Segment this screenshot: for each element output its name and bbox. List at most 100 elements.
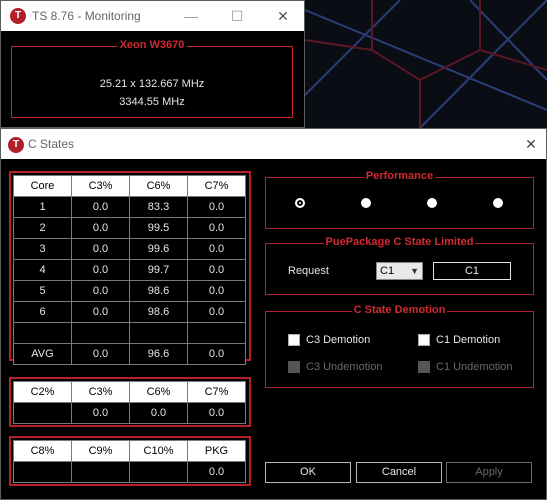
performance-radio-4[interactable] (493, 198, 503, 208)
multiplier-readout: 25.21 x 132.667 MHz (99, 78, 205, 90)
table-row: 4 0.0 99.7 0.0 (13, 259, 246, 281)
table-cell: 0.0 (71, 402, 130, 424)
table-cell: 0.0 (71, 196, 130, 218)
performance-radio-2[interactable] (361, 198, 371, 208)
package-limit-legend-overlap-2: ed (460, 236, 474, 248)
performance-radio-1[interactable] (295, 198, 305, 208)
col-header: C3% (71, 175, 130, 197)
table-row: AVG 0.0 96.6 0.0 (13, 343, 246, 365)
table-cell (129, 322, 188, 344)
c1-undemotion-checkbox[interactable] (418, 361, 430, 373)
table-cell (13, 402, 72, 424)
table-row: 0.0 (13, 461, 246, 483)
monitoring-window: T TS 8.76 - Monitoring — ☐ ✕ Xeon W3670 … (0, 0, 305, 128)
col-header: C9% (71, 440, 130, 462)
table-row: 6 0.0 98.6 0.0 (13, 301, 246, 323)
table-cell: 4 (13, 259, 72, 281)
request-label: Request (288, 265, 329, 277)
cstates-title: C States (28, 137, 75, 151)
cpu-info-panel: Xeon W3670 25.21 x 132.667 MHz 3344.55 M… (11, 39, 293, 118)
package-limit-legend-text: Package C State Limit (345, 236, 461, 248)
table-cell: 99.6 (129, 238, 188, 260)
table-row (13, 322, 246, 344)
table-cell: 0.0 (71, 343, 130, 365)
c1-undemotion-label: C1 Undemotion (436, 361, 513, 373)
c3-demotion-checkbox[interactable] (288, 334, 300, 346)
minimize-icon[interactable]: — (168, 1, 214, 31)
performance-legend: Performance (363, 170, 436, 182)
table-cell: 1 (13, 196, 72, 218)
close-icon[interactable]: ✕ (508, 129, 547, 159)
frequency-readout: 3344.55 MHz (119, 96, 185, 108)
ok-button[interactable]: OK (265, 462, 351, 483)
c3-undemotion-label: C3 Undemotion (306, 361, 383, 373)
c1-demotion-label: C1 Demotion (436, 334, 501, 346)
col-header: C10% (129, 440, 188, 462)
table-cell: 0.0 (187, 238, 246, 260)
table-cell: 5 (13, 280, 72, 302)
col-header: C8% (13, 440, 72, 462)
table-cell (13, 461, 72, 483)
cstates-titlebar[interactable]: T C States ✕ (1, 129, 546, 159)
chevron-down-icon: ▼ (410, 266, 419, 276)
col-header: C6% (129, 175, 188, 197)
table-cell: 0.0 (129, 402, 188, 424)
close-icon[interactable]: ✕ (260, 1, 306, 31)
table-cell: 2 (13, 217, 72, 239)
col-header: C6% (129, 381, 188, 403)
table-cell: 0.0 (187, 217, 246, 239)
col-header: PKG (187, 440, 246, 462)
c1-demotion-checkbox[interactable] (418, 334, 430, 346)
app-logo-icon: T (8, 137, 24, 153)
table-cell (71, 461, 130, 483)
table-cell: 0.0 (187, 280, 246, 302)
package-limit-select-value: C1 (380, 265, 395, 277)
package-limit-select[interactable]: C1 ▼ (376, 262, 423, 280)
table-cell: 98.6 (129, 301, 188, 323)
c3-undemotion-checkbox[interactable] (288, 361, 300, 373)
table-row: 0.0 0.0 0.0 (13, 402, 246, 424)
table-cell (187, 322, 246, 344)
table-cell: 6 (13, 301, 72, 323)
table-cell: 0.0 (187, 301, 246, 323)
table-row: 1 0.0 83.3 0.0 (13, 196, 246, 218)
table-cell: 0.0 (71, 217, 130, 239)
table-cell: 0.0 (187, 461, 246, 483)
table-cell: 3 (13, 238, 72, 260)
table-cell: 96.6 (129, 343, 188, 365)
table-cell (129, 461, 188, 483)
table-cell: 0.0 (187, 196, 246, 218)
app-logo-icon: T (10, 8, 26, 24)
table-cell: 0.0 (187, 402, 246, 424)
cstate-demotion-group: C State Demotion (265, 304, 534, 388)
package-deep-cstate-table: C8% C9% C10% PKG 0.0 (13, 440, 246, 483)
table-cell: 99.7 (129, 259, 188, 281)
core-cstate-table: Core C3% C6% C7% 1 0.0 83.3 0.0 2 0.0 99… (13, 175, 246, 365)
table-row: 5 0.0 98.6 0.0 (13, 280, 246, 302)
performance-radio-3[interactable] (427, 198, 437, 208)
table-cell: 99.5 (129, 217, 188, 239)
c3-demotion-label: C3 Demotion (306, 334, 371, 346)
col-header: C7% (187, 175, 246, 197)
table-cell: 0.0 (71, 238, 130, 260)
table-cell: 83.3 (129, 196, 188, 218)
table-cell: 98.6 (129, 280, 188, 302)
monitoring-titlebar[interactable]: T TS 8.76 - Monitoring — ☐ ✕ (1, 1, 304, 31)
table-row: 2 0.0 99.5 0.0 (13, 217, 246, 239)
table-cell: 0.0 (187, 343, 246, 365)
table-row: 3 0.0 99.6 0.0 (13, 238, 246, 260)
core-cstate-table-frame: Core C3% C6% C7% 1 0.0 83.3 0.0 2 0.0 99… (9, 171, 251, 365)
table-cell: AVG (13, 343, 72, 365)
apply-button[interactable]: Apply (446, 462, 532, 483)
cpu-name: Xeon W3670 (117, 39, 187, 51)
cancel-button[interactable]: Cancel (356, 462, 442, 483)
table-cell: 0.0 (71, 259, 130, 281)
package-limit-legend: PuePackage C State Limited (323, 236, 476, 248)
maximize-icon[interactable]: ☐ (214, 1, 260, 31)
col-header: Core (13, 175, 72, 197)
package-limit-current: C1 (433, 262, 511, 280)
col-header: C3% (71, 381, 130, 403)
cstate-demotion-legend: C State Demotion (351, 304, 448, 316)
table-cell: 0.0 (71, 280, 130, 302)
table-cell: 0.0 (187, 259, 246, 281)
